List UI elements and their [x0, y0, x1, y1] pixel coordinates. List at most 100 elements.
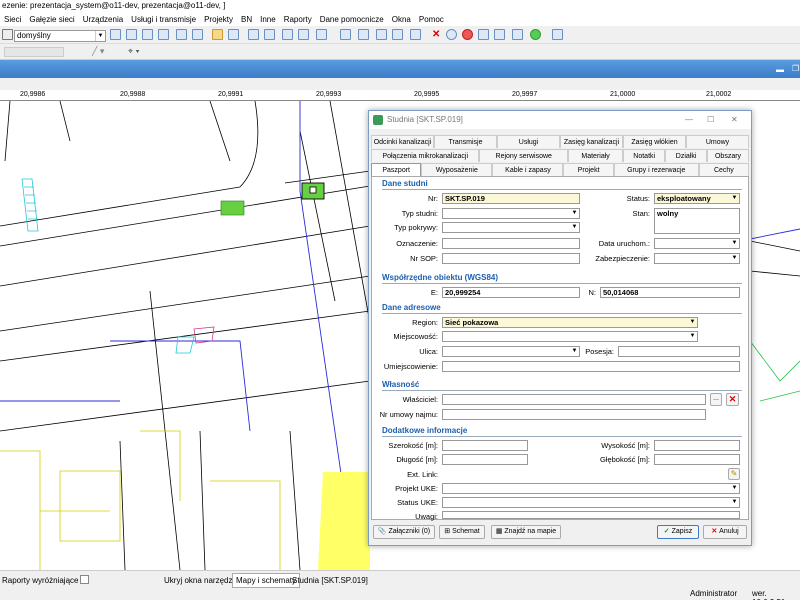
globe-icon[interactable] — [530, 29, 541, 40]
tab-umowy[interactable]: Umowy — [686, 135, 749, 148]
nr-umowy-field[interactable] — [442, 409, 706, 420]
wysokosc-field[interactable] — [654, 440, 740, 451]
posesja-field[interactable] — [618, 346, 740, 357]
tool-icon[interactable] — [298, 29, 309, 40]
stan-field[interactable]: wolny — [654, 208, 740, 234]
select-icon[interactable] — [340, 29, 351, 40]
wlasciciel-field[interactable] — [442, 394, 706, 405]
snap-tool-icon[interactable]: ⌖ ▾ — [128, 46, 139, 57]
tab-transmisje[interactable]: Transmisje — [434, 135, 497, 148]
tool-icon[interactable] — [248, 29, 259, 40]
tab-projekt[interactable]: Projekt — [563, 163, 614, 176]
tab-kable[interactable]: Kable i zapasy — [492, 163, 564, 176]
table-icon[interactable] — [158, 29, 169, 40]
menu-item-pomoc[interactable]: Pomoc — [415, 15, 448, 24]
menu-item-bn[interactable]: BN — [237, 15, 256, 24]
checkbox[interactable] — [80, 575, 89, 584]
tab-studnia[interactable]: Studnia [SKT.SP.019] — [292, 576, 368, 585]
map-icon[interactable] — [212, 29, 223, 40]
tab-cechy[interactable]: Cechy — [698, 163, 750, 176]
tool-icon[interactable] — [552, 29, 563, 40]
tool-icon[interactable] — [176, 29, 187, 40]
ulica-select[interactable]: ▼ — [442, 346, 580, 357]
menu-item-raporty[interactable]: Raporty — [280, 15, 316, 24]
tab-odcinki[interactable]: Odcinki kanalizacji — [371, 135, 434, 148]
tool-icon[interactable] — [228, 29, 239, 40]
typ-studni-select[interactable]: ▼ — [442, 208, 580, 219]
tool-icon[interactable] — [392, 29, 403, 40]
tool-icon[interactable] — [512, 29, 523, 40]
n-field[interactable]: 50,014068 — [600, 287, 740, 298]
e-field[interactable]: 20,999254 — [442, 287, 580, 298]
anuluj-button[interactable]: ✕ Anuluj — [703, 525, 747, 539]
nr-field[interactable]: SKT.SP.019 — [442, 193, 580, 204]
menu-item-galezie[interactable]: Gałęzie sieci — [25, 15, 78, 24]
status-uke-select[interactable]: ▼ — [442, 497, 740, 508]
tool-icon[interactable] — [410, 29, 421, 40]
nr-sop-field[interactable] — [442, 253, 580, 264]
line-tool-icon[interactable]: ╱ ▾ — [92, 46, 104, 57]
glebokosc-field[interactable] — [654, 454, 740, 465]
menu-item-urzadzenia[interactable]: Urządzenia — [79, 15, 127, 24]
ukryj-button[interactable]: Ukryj okna narzędzi — [164, 576, 234, 585]
tab-rejony[interactable]: Rejony serwisowe — [479, 149, 568, 162]
menu-item-uslugi[interactable]: Usługi i transmisje — [127, 15, 200, 24]
tab-zasieg-wlokien[interactable]: Zasięg włókien — [623, 135, 686, 148]
restore-icon[interactable]: ❐ — [792, 64, 799, 73]
menu-item-projekty[interactable]: Projekty — [200, 15, 237, 24]
znajdz-button[interactable]: ▦ Znajdź na mapie — [491, 525, 561, 539]
zabezpieczenie-select[interactable]: ▼ — [654, 253, 740, 264]
tab-grupy[interactable]: Grupy i rezerwacje — [613, 163, 699, 176]
stop-icon[interactable] — [462, 29, 473, 40]
tool-icon[interactable] — [478, 29, 489, 40]
tab-materialy[interactable]: Materiały — [567, 149, 624, 162]
tool-icon[interactable] — [126, 29, 137, 40]
tab-notatki[interactable]: Notatki — [623, 149, 666, 162]
tool-icon[interactable] — [494, 29, 505, 40]
tool-icon[interactable] — [282, 29, 293, 40]
tab-paszport[interactable]: Paszport — [371, 163, 422, 176]
szerokosc-field[interactable] — [442, 440, 528, 451]
dlugosc-field[interactable] — [442, 454, 528, 465]
zapisz-button[interactable]: ✓ Zapisz — [657, 525, 699, 539]
tab-polaczenia[interactable]: Połączenia mikrokanalizacji — [371, 149, 480, 162]
tool-icon[interactable] — [142, 29, 153, 40]
browse-button[interactable]: ... — [710, 393, 722, 406]
schemat-button[interactable]: ⊞ Schemat — [439, 525, 485, 539]
tab-obszary[interactable]: Obszary — [707, 149, 749, 162]
tab-mapy[interactable]: Mapy i schematy — [232, 573, 301, 588]
region-select[interactable]: Sieć pokazowa ▼ — [442, 317, 698, 328]
minimize-icon[interactable]: — — [685, 111, 693, 129]
maximize-icon[interactable]: ☐ — [707, 111, 714, 129]
delete-icon[interactable]: ✕ — [432, 29, 440, 40]
uwagi-field[interactable] — [442, 511, 740, 519]
menu-item-okna[interactable]: Okna — [388, 15, 415, 24]
tab-dzialki[interactable]: Działki — [665, 149, 708, 162]
close-icon[interactable]: ✕ — [731, 111, 738, 129]
tab-zasieg-kanalizacji[interactable]: Zasięg kanalizacji — [560, 135, 623, 148]
layer-select[interactable]: domyślny ▼ — [14, 30, 106, 42]
search-icon[interactable] — [2, 29, 13, 40]
projekt-uke-select[interactable]: ▼ — [442, 483, 740, 494]
menu-item-inne[interactable]: Inne — [256, 15, 280, 24]
data-uruchom-field[interactable]: ▼ — [654, 238, 740, 249]
zalaczniki-button[interactable]: 📎 Załączniki (0) — [373, 525, 435, 539]
tool-icon[interactable] — [110, 29, 121, 40]
umiejscowienie-field[interactable] — [442, 361, 740, 372]
oznaczenie-field[interactable] — [442, 238, 580, 249]
tool-icon[interactable] — [316, 29, 327, 40]
typ-pokrywy-select[interactable]: ▼ — [442, 222, 580, 233]
info-icon[interactable] — [446, 29, 457, 40]
menu-item-dane[interactable]: Dane pomocnicze — [316, 15, 388, 24]
clear-owner-icon[interactable]: ✕ — [726, 393, 739, 406]
tool-icon[interactable] — [192, 29, 203, 40]
tab-uslugi[interactable]: Usługi — [497, 135, 560, 148]
minimize-icon[interactable]: ▬ — [776, 65, 784, 74]
edit-link-icon[interactable]: ✎ — [728, 468, 740, 480]
tool-icon[interactable] — [358, 29, 369, 40]
raporty-dropdown[interactable]: Raporty wyróżniające ▾ — [2, 576, 85, 585]
tool-icon[interactable] — [264, 29, 275, 40]
status-select[interactable]: eksploatowany ▼ — [654, 193, 740, 204]
tool-icon[interactable] — [376, 29, 387, 40]
tab-wyposazenie[interactable]: Wyposażenie — [421, 163, 493, 176]
